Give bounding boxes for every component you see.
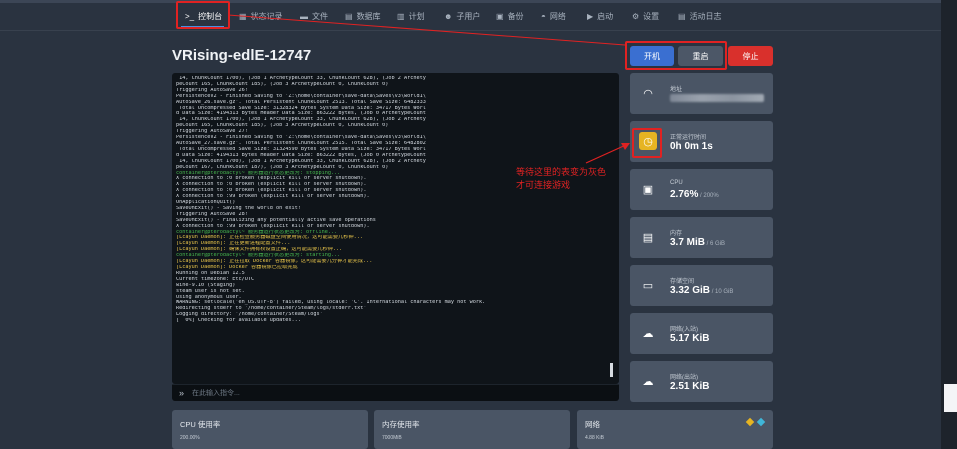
annotation-highlight-box [176, 1, 230, 29]
cpu-icon: ▣ [642, 183, 654, 196]
memory-graph-title: 内存使用率 [382, 420, 420, 429]
tab-label: 数据库 [356, 11, 381, 21]
network-graph: 网络 4.88 KiB [577, 410, 773, 449]
memory-label: 内存 [670, 231, 683, 237]
annotation-highlight-box [632, 128, 662, 158]
top-navigation: >_ 控制台 ▦ 状态记录 ▬ 文件 ▤ 数据库 ▥ 计划 ☻ 子用户 ▣ 备份… [0, 0, 957, 31]
tab-label: 备份 [507, 11, 524, 21]
chart-icon: ▦ [239, 11, 247, 21]
annotation-arrow-head [621, 143, 630, 150]
network-in-value: 5.17 KiB [670, 333, 710, 344]
settings-icon: ⚙ [632, 11, 640, 21]
tab-databases[interactable]: ▤ 数据库 [345, 6, 381, 26]
side-panel-tab [944, 384, 957, 412]
tab-startup[interactable]: ▶ 启动 [587, 6, 613, 26]
tab-settings[interactable]: ⚙ 设置 [632, 6, 659, 26]
network-out-legend-icon[interactable] [756, 417, 766, 427]
stop-button[interactable]: 停止 [728, 46, 773, 66]
network-graph-axis-max: 4.88 KiB [585, 435, 604, 441]
tab-label: 文件 [312, 11, 328, 21]
disk-label: 存储空间 [670, 279, 695, 285]
annotation-line-2: 才可连接游戏 [516, 180, 571, 190]
memory-graph-axis-max: 7000MiB [382, 435, 402, 441]
cpu-graph-axis-max: 200.00% [180, 435, 200, 441]
wifi-icon: ◠ [643, 87, 653, 100]
cloud-download-icon: ☁ [642, 327, 654, 340]
cpu-card: ▣ CPU 2.76% / 200% [630, 169, 773, 210]
console-scrollbar[interactable] [610, 363, 613, 377]
memory-limit: / 6 GiB [705, 241, 726, 247]
disk-value: 3.32 GiB / 10 GiB [670, 285, 734, 296]
disk-card: ▭ 存储空间 3.32 GiB / 10 GiB [630, 265, 773, 306]
tab-activity-log[interactable]: ▤ 活动日志 [678, 6, 722, 26]
archive-icon: ▣ [496, 11, 504, 21]
tab-label: 子用户 [456, 11, 481, 21]
network-in-legend-icon[interactable] [745, 417, 755, 427]
memory-icon: ▤ [642, 231, 654, 244]
hdd-icon: ▭ [642, 279, 654, 292]
uptime-value: 0h 0m 1s [670, 141, 713, 152]
network-out-value: 2.51 KiB [670, 381, 710, 392]
network-out-card: ☁ 网络(出站) 2.51 KiB [630, 361, 773, 402]
top-accent-line [0, 0, 957, 3]
network-graph-title: 网络 [585, 420, 600, 429]
network-icon: ◓ [541, 11, 546, 21]
network-out-label: 网络(出站) [670, 375, 698, 381]
tab-activity-stats[interactable]: ▦ 状态记录 [239, 6, 283, 26]
annotation-line-1: 等待这里的表变为灰色 [516, 167, 607, 177]
tab-backups[interactable]: ▣ 备份 [496, 6, 524, 26]
tab-schedules[interactable]: ▥ 计划 [397, 6, 425, 26]
tab-label: 启动 [597, 11, 614, 21]
annotation-highlight-box [625, 41, 727, 70]
tab-label: 活动日志 [689, 11, 722, 21]
side-panel-edge [941, 0, 957, 449]
page-title: VRising-edlE-12747 [172, 47, 312, 64]
address-value-redacted [670, 94, 764, 102]
tab-subusers[interactable]: ☻ 子用户 [444, 6, 480, 26]
console-output[interactable]: 14, ChunkCount 1700), (Job 1 ArchetypeCo… [172, 73, 619, 384]
tab-label: 设置 [643, 11, 660, 21]
cpu-graph-title: CPU 使用率 [180, 420, 221, 429]
cpu-label: CPU [670, 180, 683, 186]
memory-card: ▤ 内存 3.7 MiB / 6 GiB [630, 217, 773, 258]
tab-label: 状态记录 [250, 11, 283, 21]
network-in-label: 网络(入站) [670, 327, 698, 333]
console-line: [ 0%] Checking for available updates... [176, 318, 301, 324]
prompt-icon: » [179, 388, 185, 398]
folder-icon: ▬ [300, 11, 308, 21]
cpu-value: 2.76% / 200% [670, 189, 719, 200]
tab-label: 网络 [549, 11, 566, 21]
command-input[interactable] [192, 387, 492, 399]
memory-value: 3.7 MiB / 6 GiB [670, 237, 726, 248]
command-bar: » [172, 384, 619, 401]
log-icon: ▤ [678, 11, 686, 21]
network-in-card: ☁ 网络(入站) 5.17 KiB [630, 313, 773, 354]
cloud-upload-icon: ☁ [642, 375, 654, 388]
tab-network[interactable]: ◓ 网络 [541, 6, 566, 26]
memory-graph: 内存使用率 7000MiB [374, 410, 570, 449]
address-card[interactable]: ◠ 地址 [630, 73, 773, 114]
uptime-label: 正常运行时间 [670, 135, 707, 141]
cpu-graph: CPU 使用率 200.00% [172, 410, 368, 449]
calendar-icon: ▥ [397, 11, 405, 21]
address-label: 地址 [670, 87, 683, 93]
tab-label: 计划 [408, 11, 425, 21]
cpu-limit: / 200% [698, 193, 719, 199]
annotation-note: 等待这里的表变为灰色 才可连接游戏 [516, 166, 606, 192]
disk-limit: / 10 GiB [710, 289, 734, 295]
play-icon: ▶ [587, 11, 594, 21]
users-icon: ☻ [444, 11, 453, 21]
database-icon: ▤ [345, 11, 353, 21]
tab-files[interactable]: ▬ 文件 [300, 6, 328, 26]
console-log: 14, ChunkCount 1700), (Job 1 ArchetypeCo… [176, 76, 611, 324]
